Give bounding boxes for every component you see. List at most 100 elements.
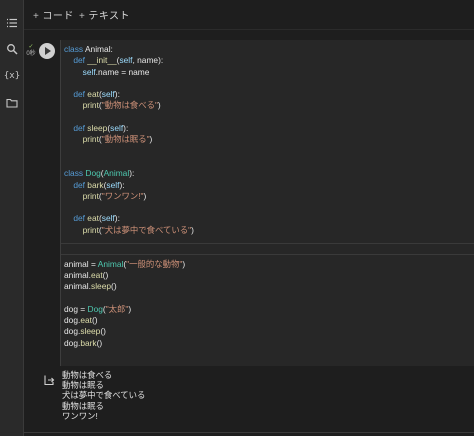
code-token: "一般的な動物": [126, 258, 183, 269]
code-line[interactable]: self.name = name: [64, 67, 194, 78]
code-token: ):: [123, 123, 129, 134]
code-line[interactable]: print("動物は眠る"): [64, 134, 194, 145]
add-text-button[interactable]: + テキスト: [79, 7, 130, 22]
output-line: 動物は眠る: [62, 400, 104, 411]
code-token: self: [101, 213, 115, 224]
code-token: def: [73, 89, 88, 100]
execution-status: ✓ 0秒: [25, 44, 37, 58]
code-line[interactable]: [64, 202, 194, 213]
code-token: eat: [91, 269, 103, 280]
code-token: ):: [114, 89, 120, 100]
code-token: (): [111, 281, 117, 292]
code-line[interactable]: print("動物は食べる"): [64, 100, 194, 111]
code-token: animal.: [64, 281, 91, 292]
code-cell-editor[interactable]: class Animal: def __init__(self, name): …: [60, 40, 474, 366]
code-token: ): [143, 190, 147, 201]
code-token: Animal: [97, 258, 124, 269]
plus-icon: +: [79, 11, 86, 22]
code-line[interactable]: dog = Dog("太郎"): [64, 304, 194, 315]
code-line[interactable]: [64, 146, 194, 157]
code-line[interactable]: def sleep(self):: [64, 123, 194, 134]
code-token: animal =: [64, 258, 98, 269]
folder-icon[interactable]: [3, 94, 21, 112]
output-text: 動物は食べる 動物は眠る 犬は夢中で食べている 動物は眠る ワンワン!: [62, 370, 145, 421]
search-icon[interactable]: [3, 40, 21, 58]
code-token: Dog: [87, 303, 103, 314]
execution-time: 0秒: [26, 51, 36, 57]
code-token: eat: [80, 315, 92, 326]
output-menu-icon[interactable]: [43, 373, 55, 386]
add-code-button[interactable]: + コード: [33, 7, 74, 22]
code-token: (): [100, 326, 106, 337]
code-line[interactable]: def eat(self):: [64, 213, 194, 224]
code-token: Animal: [103, 168, 130, 179]
code-line[interactable]: animal = Animal("一般的な動物"): [64, 259, 194, 270]
code-token: self: [119, 55, 133, 66]
toc-icon[interactable]: [3, 14, 21, 32]
code-line[interactable]: def __init__(self, name):: [64, 55, 194, 66]
code-token: ): [149, 134, 153, 145]
code-token: print: [82, 100, 99, 111]
code-line[interactable]: animal.eat(): [64, 270, 194, 281]
check-icon: ✓: [28, 44, 34, 50]
code-token: ): [191, 224, 194, 235]
code-token: def: [73, 179, 88, 190]
code-content[interactable]: class Animal: def __init__(self, name): …: [64, 44, 194, 349]
code-token: "ワンワン!": [101, 190, 144, 201]
code-token: , name):: [132, 55, 164, 66]
code-token: sleep: [87, 123, 108, 134]
code-token: print: [82, 190, 99, 201]
code-line[interactable]: [64, 157, 194, 168]
code-line[interactable]: [64, 293, 194, 304]
output-line: 犬は夢中で食べている: [62, 390, 146, 401]
code-token: sleep: [91, 281, 112, 292]
code-token: (): [96, 337, 103, 348]
variables-icon[interactable]: {x}: [3, 67, 21, 85]
code-line[interactable]: def eat(self):: [64, 89, 194, 100]
code-line[interactable]: print("ワンワン!"): [64, 191, 194, 202]
code-line[interactable]: class Animal:: [64, 44, 194, 55]
code-token: eat: [87, 89, 99, 100]
code-line[interactable]: dog.eat(): [64, 315, 194, 326]
code-token: dog =: [64, 303, 88, 314]
notebook-toolbar: + コード + テキスト: [24, 0, 474, 30]
code-token: Animal:: [84, 44, 113, 54]
code-line[interactable]: dog.bark(): [64, 338, 194, 349]
code-token: __init__: [87, 55, 117, 66]
code-line[interactable]: print("犬は夢中で食べている"): [64, 225, 194, 236]
code-token: eat: [87, 213, 99, 224]
code-token: class: [64, 44, 85, 54]
code-token: self: [82, 66, 96, 77]
code-token: def: [73, 55, 88, 66]
code-token: print: [82, 134, 99, 145]
code-token: dog.: [64, 337, 81, 348]
code-token: print: [82, 224, 99, 235]
code-token: self: [110, 123, 124, 134]
code-line[interactable]: class Dog(Animal):: [64, 168, 194, 179]
code-line[interactable]: def bark(self):: [64, 180, 194, 191]
code-token: (): [102, 269, 109, 280]
code-token: ): [182, 258, 186, 269]
code-line[interactable]: [64, 112, 194, 123]
code-line[interactable]: dog.sleep(): [64, 326, 194, 337]
code-line[interactable]: [64, 236, 194, 247]
code-line[interactable]: [64, 78, 194, 89]
code-token: "動物は食べる": [101, 100, 158, 111]
code-token: bark: [80, 337, 97, 348]
code-token: ): [128, 303, 132, 314]
code-line[interactable]: animal.sleep(): [64, 281, 194, 292]
code-line[interactable]: [64, 247, 194, 258]
divider: [24, 432, 474, 433]
code-token: ):: [129, 168, 135, 179]
code-token: dog.: [64, 326, 81, 337]
run-cell-button[interactable]: [39, 43, 55, 59]
